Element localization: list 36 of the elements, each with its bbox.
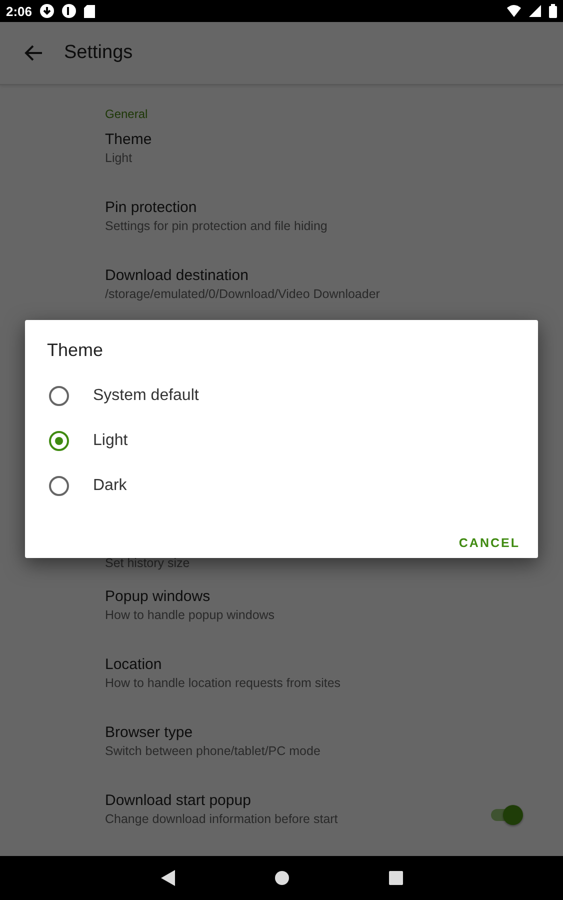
back-arrow-icon[interactable] (24, 43, 44, 63)
setting-title[interactable]: Download start popup (105, 791, 489, 811)
wifi-icon (507, 5, 521, 17)
setting-summary: How to handle popup windows (105, 607, 276, 624)
setting-summary: /storage/emulated/0/Download/Video Downloader (105, 286, 381, 303)
setting-title[interactable]: Popup windows (105, 587, 523, 607)
setting-title[interactable]: Download destination (105, 266, 523, 286)
setting-summary: Settings for pin protection and file hiding (105, 218, 328, 235)
home-icon[interactable] (274, 871, 288, 885)
setting-summary: Change download information before start (105, 811, 339, 828)
option-label[interactable]: Dark (93, 476, 127, 494)
status-time: 2:06 (6, 4, 32, 18)
toggle-switch[interactable] (489, 804, 523, 824)
setting-title[interactable]: Theme (105, 130, 523, 150)
dialog-title: Theme (47, 340, 104, 361)
setting-summary: Light (105, 150, 134, 167)
app-notification-icon (62, 4, 76, 18)
setting-title[interactable]: Location (105, 655, 523, 675)
recents-icon[interactable] (388, 871, 402, 885)
setting-summary: How to handle location requests from sites (105, 675, 342, 692)
radio-button[interactable] (49, 386, 69, 406)
setting-summary: Switch between phone/tablet/PC mode (105, 743, 322, 760)
radio-button[interactable] (49, 476, 69, 496)
setting-title[interactable]: Browser type (105, 723, 523, 743)
radio-button[interactable] (49, 430, 69, 450)
option-label[interactable]: Light (93, 432, 128, 450)
back-icon[interactable] (160, 870, 174, 886)
download-icon (40, 4, 54, 18)
sd-card-icon (84, 4, 96, 18)
setting-title[interactable]: Pin protection (105, 198, 523, 218)
section-header: General (105, 106, 149, 123)
screen-title: Settings (64, 42, 133, 64)
battery-icon (549, 4, 557, 18)
cancel-button[interactable]: CANCEL (458, 528, 520, 558)
signal-icon (529, 5, 541, 17)
option-label[interactable]: System default (93, 386, 199, 404)
